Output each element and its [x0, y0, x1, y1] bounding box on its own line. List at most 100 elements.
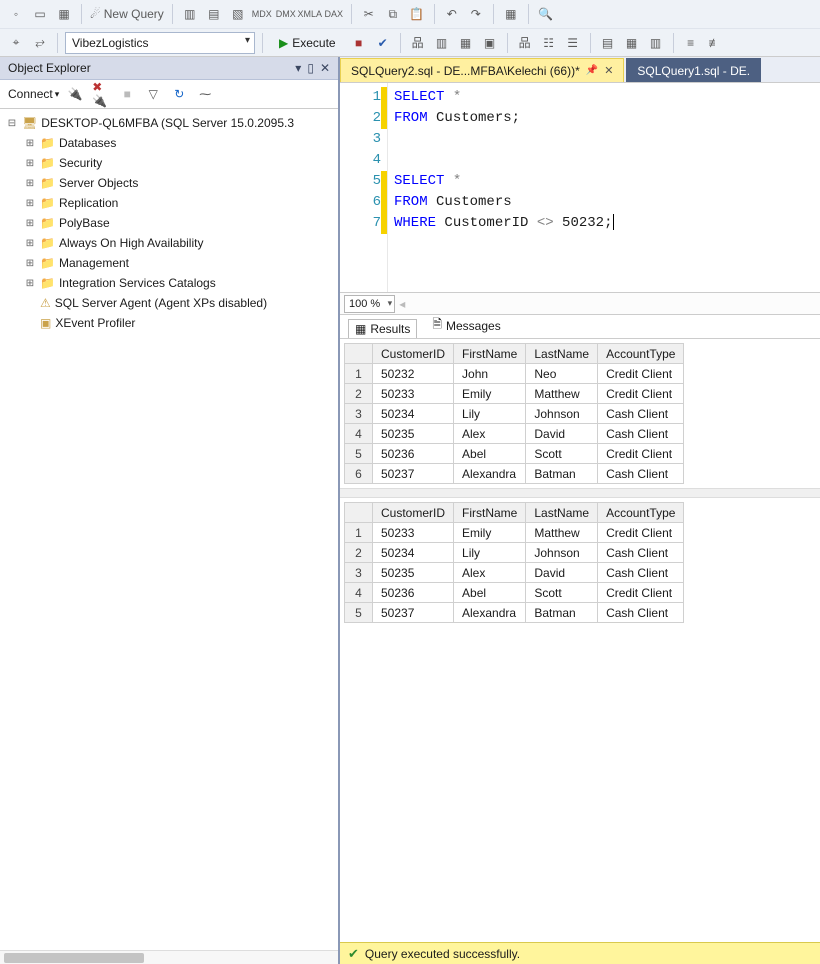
cell[interactable]: 50237 — [373, 603, 454, 623]
tree-node[interactable]: ⊞📁Security — [6, 153, 336, 173]
column-header[interactable]: FirstName — [454, 344, 526, 364]
cell[interactable]: John — [454, 364, 526, 384]
table-row[interactable]: 450235AlexDavidCash Client — [345, 424, 684, 444]
cell[interactable]: David — [526, 424, 598, 444]
tree-node[interactable]: ▣XEvent Profiler — [6, 313, 336, 333]
column-header[interactable]: CustomerID — [373, 503, 454, 523]
code-line[interactable]: FROM Customers; — [394, 108, 814, 129]
estimated-plan-icon[interactable]: 品 — [408, 33, 428, 53]
connect-icon[interactable]: 🔌 — [65, 84, 85, 104]
stop-icon[interactable]: ■ — [117, 84, 137, 104]
dropdown-icon[interactable]: ▾ — [295, 61, 301, 75]
object-explorer-tree[interactable]: ⊟ 🖥 DESKTOP-QL6MFBA (SQL Server 15.0.209… — [0, 109, 338, 950]
expand-icon[interactable]: ⊞ — [24, 158, 36, 169]
toolbar-icon[interactable]: ▣ — [480, 33, 500, 53]
tree-server-node[interactable]: ⊟ 🖥 DESKTOP-QL6MFBA (SQL Server 15.0.209… — [6, 113, 336, 133]
execute-button[interactable]: ▶ Execute — [270, 32, 345, 54]
cell[interactable]: Emily — [454, 384, 526, 404]
filter-icon[interactable]: ▽ — [143, 84, 163, 104]
stop-icon[interactable]: ■ — [349, 33, 369, 53]
results-grid-1-wrap[interactable]: CustomerIDFirstNameLastNameAccountType15… — [340, 339, 820, 488]
cell[interactable]: Scott — [526, 583, 598, 603]
client-stats-icon[interactable]: ☰ — [563, 33, 583, 53]
code-line[interactable] — [394, 150, 814, 171]
toolbar-icon[interactable]: ▭ — [30, 4, 50, 24]
column-header[interactable]: AccountType — [598, 503, 684, 523]
tree-node[interactable]: ⊞📁Always On High Availability — [6, 233, 336, 253]
results-grid-1[interactable]: CustomerIDFirstNameLastNameAccountType15… — [344, 343, 684, 484]
table-row[interactable]: 650237AlexandraBatmanCash Client — [345, 464, 684, 484]
results-grid-2-wrap[interactable]: CustomerIDFirstNameLastNameAccountType15… — [340, 498, 820, 627]
expand-icon[interactable]: ⊞ — [24, 278, 36, 289]
tree-node[interactable]: ⊞📁Databases — [6, 133, 336, 153]
cell[interactable]: Cash Client — [598, 424, 684, 444]
cell[interactable]: Cash Client — [598, 404, 684, 424]
comment-icon[interactable]: ≡ — [681, 33, 701, 53]
cell[interactable]: Alex — [454, 424, 526, 444]
close-icon[interactable]: ✕ — [604, 64, 613, 77]
new-query-icon[interactable]: ☄ New Query — [89, 4, 165, 24]
cell[interactable]: Alex — [454, 563, 526, 583]
table-row[interactable]: 550236AbelScottCredit Client — [345, 444, 684, 464]
cell[interactable]: Lily — [454, 543, 526, 563]
results-splitter[interactable] — [340, 488, 820, 498]
tab-messages[interactable]: 🗎 Messages — [425, 312, 507, 338]
tab-results[interactable]: ▦ Results — [348, 319, 417, 338]
cell[interactable]: 50233 — [373, 384, 454, 404]
table-row[interactable]: 350235AlexDavidCash Client — [345, 563, 684, 583]
redo-icon[interactable]: ↷ — [466, 4, 486, 24]
tree-node[interactable]: ⊞📁Server Objects — [6, 173, 336, 193]
code-line[interactable]: FROM Customers — [394, 192, 814, 213]
cell[interactable]: Emily — [454, 523, 526, 543]
expand-icon[interactable]: ⊞ — [24, 178, 36, 189]
horizontal-scrollbar[interactable] — [0, 950, 338, 964]
cell[interactable]: 50237 — [373, 464, 454, 484]
debug-target-icon[interactable]: ⌖ — [6, 33, 26, 53]
expand-icon[interactable]: ⊞ — [24, 258, 36, 269]
parse-icon[interactable]: ✔ — [373, 33, 393, 53]
cell[interactable]: Credit Client — [598, 523, 684, 543]
cell[interactable]: Batman — [526, 603, 598, 623]
find-icon[interactable]: 🔍 — [536, 4, 556, 24]
cell[interactable]: 50235 — [373, 424, 454, 444]
tab-active[interactable]: SQLQuery2.sql - DE...MFBA\Kelechi (66))*… — [340, 58, 624, 82]
cell[interactable]: David — [526, 563, 598, 583]
cell[interactable]: Johnson — [526, 404, 598, 424]
tree-node[interactable]: ⊞📁Replication — [6, 193, 336, 213]
results-to-file-icon[interactable]: ▥ — [646, 33, 666, 53]
pin-icon[interactable]: ▯ — [307, 61, 314, 75]
toolbar-icon[interactable]: ▦ — [501, 4, 521, 24]
cell[interactable]: 50234 — [373, 543, 454, 563]
code-line[interactable]: WHERE CustomerID <> 50232; — [394, 213, 814, 234]
cell[interactable]: Lily — [454, 404, 526, 424]
code-line[interactable]: ⊟SELECT * — [394, 171, 814, 192]
code-line[interactable]: ⊟SELECT * — [394, 87, 814, 108]
column-header[interactable]: AccountType — [598, 344, 684, 364]
table-row[interactable]: 150232JohnNeoCredit Client — [345, 364, 684, 384]
nav-left-icon[interactable]: ◂ — [399, 297, 405, 311]
zoom-combo[interactable]: 100 % — [344, 295, 395, 313]
expand-icon[interactable]: ⊞ — [24, 198, 36, 209]
cell[interactable]: Batman — [526, 464, 598, 484]
expand-icon[interactable]: ⊞ — [24, 138, 36, 149]
cell[interactable]: 50234 — [373, 404, 454, 424]
cell[interactable]: Credit Client — [598, 444, 684, 464]
table-row[interactable]: 350234LilyJohnsonCash Client — [345, 404, 684, 424]
tree-node[interactable]: ⊞📁Integration Services Catalogs — [6, 273, 336, 293]
cell[interactable]: Neo — [526, 364, 598, 384]
change-connection-icon[interactable]: ⥂ — [30, 33, 50, 53]
table-row[interactable]: 250233EmilyMatthewCredit Client — [345, 384, 684, 404]
results-to-text-icon[interactable]: ▤ — [598, 33, 618, 53]
column-header[interactable]: CustomerID — [373, 344, 454, 364]
cell[interactable]: Alexandra — [454, 464, 526, 484]
cell[interactable]: 50236 — [373, 444, 454, 464]
results-to-grid-icon[interactable]: ▦ — [622, 33, 642, 53]
toolbar-icon[interactable]: ▥ — [432, 33, 452, 53]
actual-plan-icon[interactable]: 品 — [515, 33, 535, 53]
toolbar-icon[interactable]: MDX — [252, 4, 272, 24]
cell[interactable]: Matthew — [526, 384, 598, 404]
column-header[interactable]: LastName — [526, 344, 598, 364]
cell[interactable]: 50232 — [373, 364, 454, 384]
tree-node[interactable]: ⊞📁PolyBase — [6, 213, 336, 233]
toolbar-icon[interactable]: XMLA — [300, 4, 320, 24]
